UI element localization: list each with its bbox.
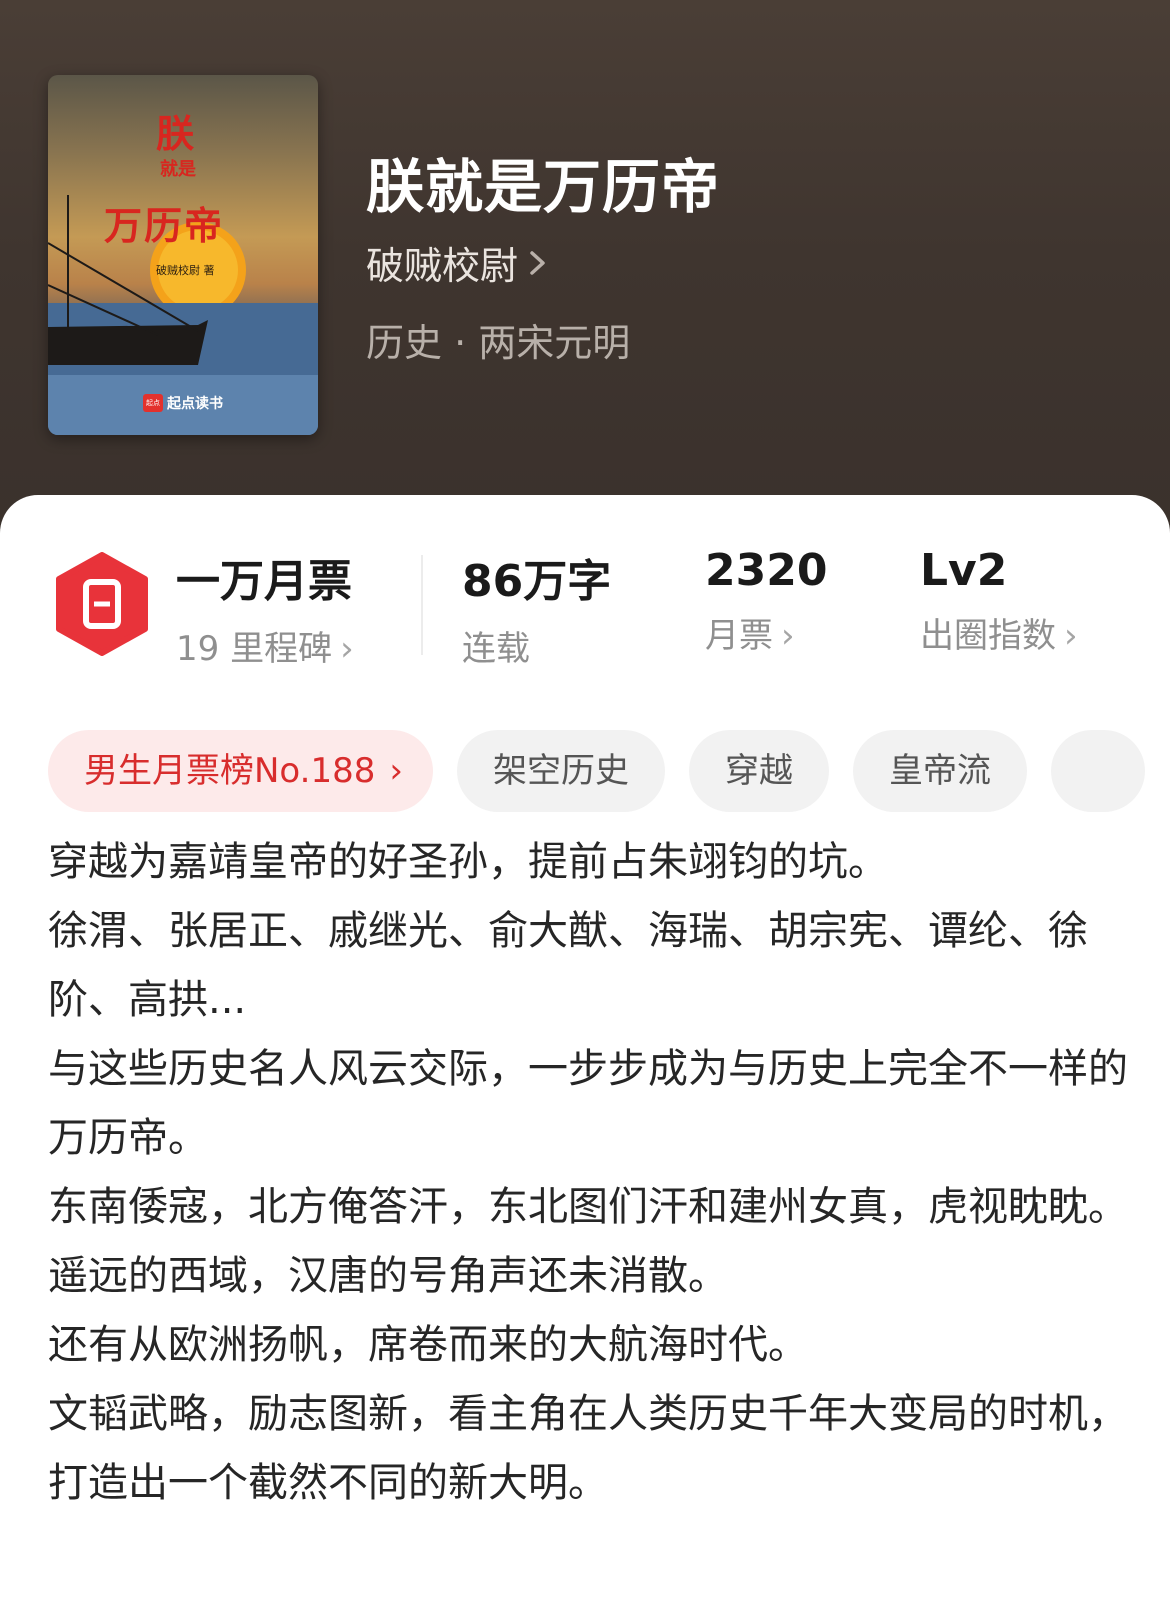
description-paragraph: 文韬武略，励志图新，看主角在人类历史千年大变局的时机，打造出一个截然不同的新大明…: [48, 1391, 1128, 1506]
monthly-votes-count: 2320: [705, 545, 828, 596]
author-link[interactable]: 破贼校尉: [366, 235, 548, 290]
milestone-title: 一万月票: [176, 556, 352, 607]
word-count: 86万字: [462, 556, 612, 607]
chevron-right-icon: ›: [340, 629, 354, 669]
author-name: 破贼校尉: [366, 244, 519, 288]
monthly-votes-stat[interactable]: 2320 月票 ›: [705, 545, 827, 657]
chevron-right-icon: [530, 250, 545, 275]
ticket-hexagon-icon[interactable]: [52, 552, 152, 656]
tag-item-overflow[interactable]: [1050, 730, 1145, 812]
cover-title-line3: 万历帝: [104, 204, 225, 248]
book-detail-card: 一万月票 19 里程碑 › 86万字 连载 2320 月票 › Lv2 出圈指数 › …: [0, 495, 1170, 1604]
ranking-tag[interactable]: 男生月票榜No.188 ›: [48, 730, 433, 812]
description-paragraph: 徐渭、张居正、戚继光、俞大猷、海瑞、胡宗宪、谭纶、徐阶、高拱...: [48, 908, 1088, 1023]
book-category: 历史 · 两宋元明: [366, 321, 631, 365]
description-paragraph: 东南倭寇，北方俺答汗，东北图们汗和建州女真，虎视眈眈。: [48, 1184, 1128, 1230]
tag-item[interactable]: 架空历史: [456, 730, 665, 812]
tag-item[interactable]: 穿越: [688, 730, 829, 812]
book-title: 朕就是万历帝: [366, 153, 721, 221]
chevron-right-icon: ›: [1064, 616, 1078, 656]
chevron-right-icon: ›: [389, 751, 403, 791]
cover-brand: 起点 起点读书: [143, 393, 223, 413]
serial-status: 连载: [462, 629, 530, 669]
monthly-votes-label: 月票: [705, 616, 773, 656]
cover-author: 破贼校尉 著: [156, 264, 215, 277]
popularity-level: Lv2: [920, 545, 1008, 596]
book-description[interactable]: 穿越为嘉靖皇帝的好圣孙，提前占朱翊钧的坑。 徐渭、张居正、戚继光、俞大猷、海瑞、…: [48, 828, 1138, 1518]
description-paragraph: 遥远的西域，汉唐的号角声还未消散。: [48, 1253, 728, 1299]
book-cover[interactable]: 朕 就是 万历帝 破贼校尉 著 起点 起点读书: [48, 75, 318, 435]
description-paragraph: 还有从欧洲扬帆，席卷而来的大航海时代。: [48, 1322, 808, 1368]
description-paragraph: 与这些历史名人风云交际，一步步成为与历史上完全不一样的万历帝。: [48, 1046, 1128, 1161]
popularity-level-stat[interactable]: Lv2 出圈指数 ›: [920, 545, 1078, 657]
cover-title-line1: 朕: [156, 112, 197, 156]
tag-item[interactable]: 皇帝流: [852, 730, 1027, 812]
book-header: 朕 就是 万历帝 破贼校尉 著 起点 起点读书 朕就是万历帝 破贼校尉 历史 ·…: [0, 0, 1170, 560]
word-count-stat: 86万字 连载: [462, 545, 611, 670]
milestone-stat[interactable]: 一万月票 19 里程碑 ›: [176, 545, 354, 670]
brand-name: 起点读书: [167, 396, 223, 412]
chevron-right-icon: ›: [781, 616, 795, 656]
cover-title-line2: 就是: [160, 159, 196, 180]
popularity-label: 出圈指数: [920, 616, 1056, 656]
ranking-label: 男生月票榜No.188: [84, 751, 376, 791]
milestone-count: 19 里程碑: [176, 629, 333, 669]
stat-divider: [421, 555, 423, 655]
tag-list: 男生月票榜No.188 › 架空历史 穿越 皇帝流: [48, 730, 1148, 820]
brand-logo-icon: 起点: [143, 394, 163, 412]
description-paragraph: 穿越为嘉靖皇帝的好圣孙，提前占朱翊钧的坑。: [48, 839, 888, 885]
